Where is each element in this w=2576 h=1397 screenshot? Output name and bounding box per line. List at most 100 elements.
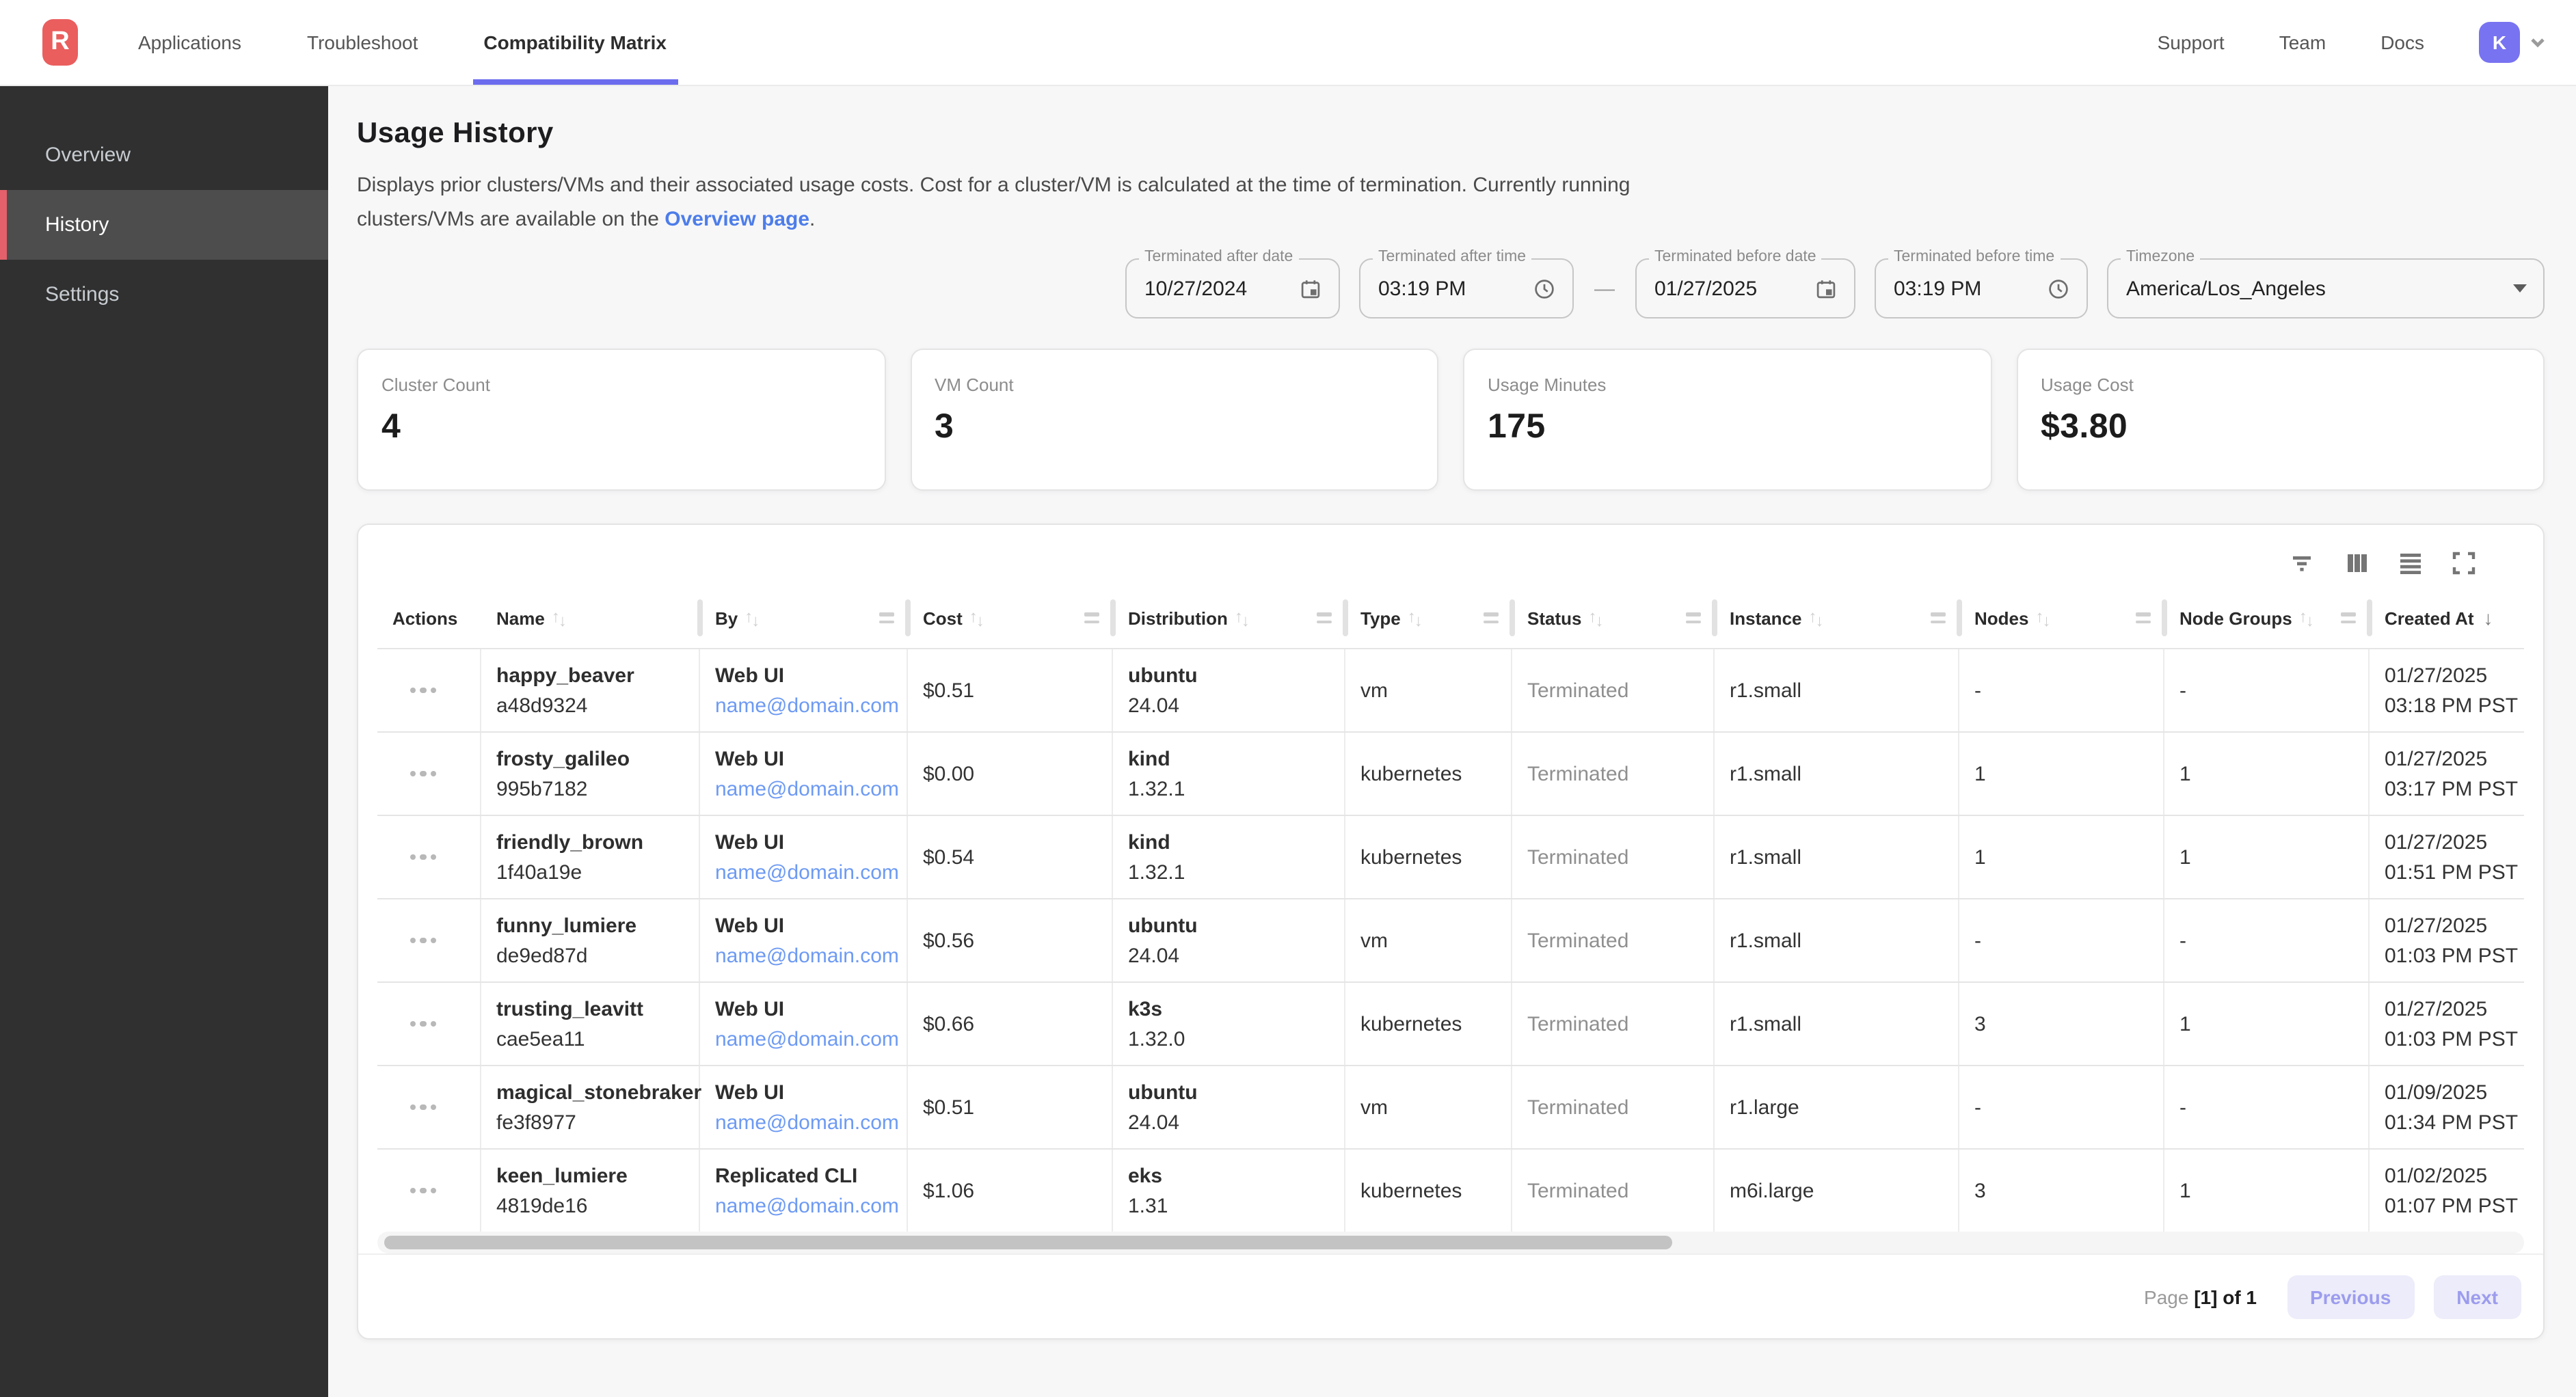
nav-link-team[interactable]: Team: [2279, 31, 2326, 53]
created-by-email-link[interactable]: name@domain.com: [715, 944, 896, 967]
filter-icon[interactable]: [2287, 547, 2320, 580]
actions-cell: [377, 649, 481, 731]
nodes-cell: 3: [1959, 1150, 2164, 1232]
table-row: trusting_leavitt cae5ea11 Web UI name@do…: [377, 981, 2524, 1065]
node-groups-value: 1: [2179, 1179, 2357, 1202]
sort-icon[interactable]: ↑↓: [1408, 610, 1423, 626]
column-menu-icon[interactable]: [1317, 612, 1332, 623]
sort-icon[interactable]: ↑↓: [1588, 610, 1603, 626]
columns-icon[interactable]: [2341, 547, 2374, 580]
terminated-after-time-field[interactable]: Terminated after time 03:19 PM: [1359, 258, 1574, 318]
sort-icon[interactable]: ↑↓: [2035, 610, 2050, 626]
distribution-version: 1.32.0: [1128, 1027, 1333, 1050]
column-menu-icon[interactable]: [2341, 612, 2356, 623]
sidebar-item-overview[interactable]: Overview: [0, 120, 328, 190]
created-by-email-link[interactable]: name@domain.com: [715, 1194, 896, 1217]
sort-desc-icon[interactable]: ↓: [2484, 607, 2493, 629]
clock-icon[interactable]: [2047, 277, 2070, 300]
sort-icon[interactable]: ↑↓: [969, 610, 984, 626]
instance-value: r1.small: [1730, 762, 1947, 785]
sort-icon[interactable]: ↑↓: [1235, 610, 1250, 626]
nodes-value: 1: [1974, 845, 2152, 869]
column-menu-icon[interactable]: [1084, 612, 1099, 623]
filter-bar: Terminated after date 10/27/2024 Termina…: [357, 258, 2545, 318]
page-indicator: Page [1] of 1: [2144, 1286, 2257, 1307]
dropdown-arrow-icon: [2513, 284, 2527, 293]
row-actions-button[interactable]: [402, 846, 445, 869]
next-page-button[interactable]: Next: [2433, 1275, 2521, 1318]
sort-icon[interactable]: ↑↓: [2299, 610, 2314, 626]
row-actions-button[interactable]: [402, 1096, 445, 1119]
tab-compatibility-matrix[interactable]: Compatibility Matrix: [483, 0, 667, 85]
node-groups-value: 1: [2179, 762, 2357, 785]
sort-icon[interactable]: ↑↓: [552, 610, 567, 626]
brand-logo[interactable]: R: [42, 19, 78, 66]
cluster-name: trusting_leavitt: [496, 997, 688, 1020]
status-value: Terminated: [1527, 762, 1702, 785]
previous-page-button[interactable]: Previous: [2287, 1275, 2414, 1318]
density-icon[interactable]: [2394, 547, 2427, 580]
row-actions-button[interactable]: [402, 679, 445, 702]
column-menu-icon[interactable]: [879, 612, 894, 623]
cluster-id: cae5ea11: [496, 1027, 688, 1050]
col-header-distribution[interactable]: Distribution↑↓: [1113, 588, 1345, 648]
created-date: 01/27/2025: [2385, 664, 2518, 687]
col-header-nodes[interactable]: Nodes↑↓: [1959, 588, 2164, 648]
created-at-cell: 01/27/2025 01:03 PM PST: [2370, 983, 2529, 1065]
tab-troubleshoot[interactable]: Troubleshoot: [307, 0, 418, 85]
created-by-email-link[interactable]: name@domain.com: [715, 777, 896, 800]
col-header-status[interactable]: Status↑↓: [1512, 588, 1715, 648]
created-by-email-link[interactable]: name@domain.com: [715, 1027, 896, 1050]
created-at-cell: 01/09/2025 01:34 PM PST: [2370, 1066, 2529, 1148]
overview-page-link[interactable]: Overview page: [665, 208, 809, 231]
user-menu[interactable]: K: [2479, 22, 2546, 63]
page-title: Usage History: [357, 118, 2545, 150]
nav-link-support[interactable]: Support: [2158, 31, 2225, 53]
column-menu-icon[interactable]: [1484, 612, 1499, 623]
created-at-cell: 01/27/2025 03:18 PM PST: [2370, 649, 2529, 731]
sort-icon[interactable]: ↑↓: [744, 610, 760, 626]
sidebar-item-history[interactable]: History: [0, 190, 328, 260]
stat-label: Cluster Count: [381, 375, 861, 395]
type-value: kubernetes: [1360, 845, 1500, 869]
col-header-node-groups[interactable]: Node Groups↑↓: [2164, 588, 2370, 648]
row-actions-button[interactable]: [402, 1180, 445, 1202]
status-value: Terminated: [1527, 1012, 1702, 1035]
created-by-email-link[interactable]: name@domain.com: [715, 860, 896, 884]
calendar-icon[interactable]: [1299, 277, 1322, 300]
distribution-version: 1.32.1: [1128, 777, 1333, 800]
col-header-instance[interactable]: Instance↑↓: [1715, 588, 1959, 648]
column-menu-icon[interactable]: [1931, 612, 1946, 623]
column-menu-icon[interactable]: [1686, 612, 1701, 623]
node-groups-cell: -: [2164, 1066, 2370, 1148]
name-cell: magical_stonebraker fe3f8977: [481, 1066, 700, 1148]
terminated-before-date-field[interactable]: Terminated before date 01/27/2025: [1635, 258, 1855, 318]
instance-value: r1.large: [1730, 1096, 1947, 1119]
sort-icon[interactable]: ↑↓: [1809, 610, 1824, 626]
terminated-before-time-field[interactable]: Terminated before time 03:19 PM: [1875, 258, 2088, 318]
avatar[interactable]: K: [2479, 22, 2520, 63]
col-header-name[interactable]: Name↑↓: [481, 588, 700, 648]
nav-link-docs[interactable]: Docs: [2380, 31, 2424, 53]
scrollbar-thumb[interactable]: [384, 1236, 1672, 1249]
calendar-icon[interactable]: [1814, 277, 1838, 300]
clock-icon[interactable]: [1533, 277, 1556, 300]
sidebar-item-settings[interactable]: Settings: [0, 260, 328, 329]
col-header-created-at[interactable]: Created At↓: [2370, 588, 2524, 648]
fullscreen-icon[interactable]: [2447, 547, 2480, 580]
tab-applications[interactable]: Applications: [138, 0, 241, 85]
col-header-by[interactable]: By↑↓: [700, 588, 908, 648]
column-menu-icon[interactable]: [2136, 612, 2151, 623]
col-header-type[interactable]: Type↑↓: [1345, 588, 1512, 648]
horizontal-scrollbar[interactable]: [377, 1232, 2524, 1253]
cost-value: $0.51: [923, 679, 1101, 702]
created-by-email-link[interactable]: name@domain.com: [715, 1111, 896, 1134]
row-actions-button[interactable]: [402, 763, 445, 785]
col-header-cost[interactable]: Cost↑↓: [908, 588, 1113, 648]
created-time: 01:51 PM PST: [2385, 860, 2518, 884]
row-actions-button[interactable]: [402, 930, 445, 952]
terminated-after-date-field[interactable]: Terminated after date 10/27/2024: [1125, 258, 1340, 318]
timezone-select[interactable]: Timezone America/Los_Angeles: [2107, 258, 2545, 318]
created-by-email-link[interactable]: name@domain.com: [715, 694, 896, 717]
row-actions-button[interactable]: [402, 1013, 445, 1035]
